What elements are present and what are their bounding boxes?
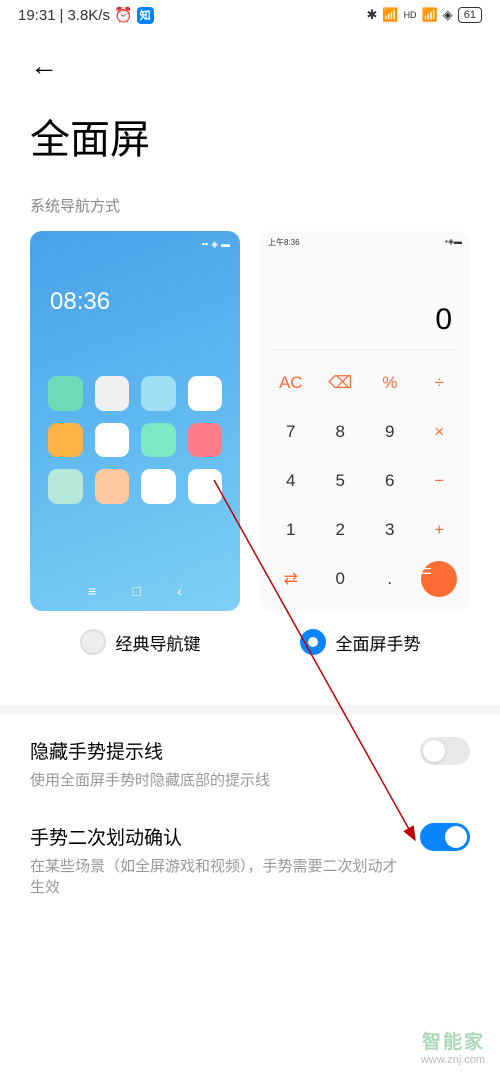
calc-button: 3 bbox=[365, 505, 415, 554]
calc-button: 8 bbox=[316, 407, 366, 456]
app-icon bbox=[188, 469, 223, 504]
calc-button: ⌫ bbox=[316, 358, 366, 407]
toggle-double-swipe[interactable] bbox=[420, 823, 470, 851]
setting-double-swipe-text: 手势二次划动确认 在某些场景（如全屏游戏和视频），手势需要二次划动才生效 bbox=[30, 823, 408, 898]
wifi-icon: ◈ bbox=[443, 7, 453, 23]
radio-classic-nav[interactable]: 经典导航键 bbox=[30, 629, 250, 655]
app-icon bbox=[95, 469, 130, 504]
calc-button: 1 bbox=[266, 505, 316, 554]
section-label: 系统导航方式 bbox=[0, 175, 500, 231]
preview-classic-nav[interactable]: ▪▪ ◈ ▬ 08:36 ≡ □ ‹ bbox=[30, 231, 240, 611]
app-icon bbox=[48, 376, 83, 411]
app-icon bbox=[95, 376, 130, 411]
nav-menu-icon: ≡ bbox=[88, 583, 96, 599]
watermark: 智能家 www.znj.com bbox=[421, 1027, 485, 1066]
calc-button: ÷ bbox=[415, 358, 465, 407]
battery-mini-icon: ▬ bbox=[221, 239, 230, 250]
preview-gesture-nav[interactable]: 上午8:36 ▪◈▬ 0 AC⌫%÷789×456−123+⇄0.= bbox=[260, 231, 470, 611]
app-icon bbox=[141, 376, 176, 411]
zhi-app-icon: 知 bbox=[137, 7, 154, 24]
back-button[interactable]: ← bbox=[30, 50, 58, 81]
calc-button: 9 bbox=[365, 407, 415, 456]
status-time: 19:31 bbox=[18, 7, 56, 24]
calc-status-time: 上午8:36 bbox=[268, 237, 300, 248]
radio-unselected-icon bbox=[80, 629, 106, 655]
section-divider bbox=[0, 705, 500, 715]
status-right: ✱ 📶 HD 📶 ◈ 61 bbox=[366, 7, 482, 23]
preview-app-grid bbox=[30, 316, 240, 504]
watermark-cn: 智能家 bbox=[421, 1027, 485, 1054]
preview-classic-time: 08:36 bbox=[30, 258, 240, 316]
setting-double-swipe: 手势二次划动确认 在某些场景（如全屏游戏和视频），手势需要二次划动才生效 bbox=[0, 801, 500, 908]
calc-button: + bbox=[415, 505, 465, 554]
status-speed: 3.8K/s bbox=[67, 7, 110, 24]
nav-home-icon: □ bbox=[133, 583, 141, 599]
setting-hide-line-text: 隐藏手势提示线 使用全面屏手势时隐藏底部的提示线 bbox=[30, 737, 408, 791]
calc-button: − bbox=[415, 456, 465, 505]
app-icon bbox=[48, 423, 83, 458]
radio-gesture-nav[interactable]: 全面屏手势 bbox=[250, 629, 470, 655]
hd-icon: HD bbox=[404, 10, 417, 20]
calc-button: % bbox=[365, 358, 415, 407]
calc-button: × bbox=[415, 407, 465, 456]
calc-status-icons: ▪◈▬ bbox=[445, 237, 462, 248]
page-title: 全面屏 bbox=[0, 87, 500, 175]
status-bar: 19:31 | 3.8K/s ⏰ 知 ✱ 📶 HD 📶 ◈ 61 bbox=[0, 0, 500, 30]
app-icon bbox=[188, 376, 223, 411]
signal-mini-icon: ▪▪ bbox=[202, 239, 208, 250]
watermark-url: www.znj.com bbox=[421, 1054, 485, 1066]
status-divider: | bbox=[60, 7, 64, 24]
app-icon bbox=[141, 469, 176, 504]
nav-option-row: 经典导航键 全面屏手势 bbox=[0, 611, 500, 680]
calc-button: AC bbox=[266, 358, 316, 407]
radio-selected-icon bbox=[300, 629, 326, 655]
calc-button: = bbox=[415, 554, 465, 603]
calc-button: 4 bbox=[266, 456, 316, 505]
calc-equals-button: = bbox=[421, 561, 457, 597]
setting-hide-line: 隐藏手势提示线 使用全面屏手势时隐藏底部的提示线 bbox=[0, 715, 500, 801]
signal-icon: 📶 bbox=[382, 7, 398, 23]
app-icon bbox=[48, 469, 83, 504]
setting-hide-line-title: 隐藏手势提示线 bbox=[30, 737, 408, 764]
app-icon bbox=[188, 423, 223, 458]
toggle-hide-line[interactable] bbox=[420, 737, 470, 765]
calc-button: 7 bbox=[266, 407, 316, 456]
battery-indicator: 61 bbox=[458, 7, 482, 23]
preview-classic-status: ▪▪ ◈ ▬ bbox=[30, 231, 240, 258]
nav-back-icon: ‹ bbox=[177, 583, 182, 599]
preview-calc-status: 上午8:36 ▪◈▬ bbox=[260, 231, 470, 254]
calc-display: 0 bbox=[260, 254, 470, 349]
alarm-icon: ⏰ bbox=[114, 6, 133, 24]
preview-row: ▪▪ ◈ ▬ 08:36 ≡ □ ‹ 上午8:36 ▪◈▬ 0 AC⌫%÷ 789… bbox=[0, 231, 500, 611]
calc-button: . bbox=[365, 554, 415, 603]
calc-grid: AC⌫%÷ 789× 456− 123+ ⇄0.= bbox=[260, 350, 470, 611]
setting-double-swipe-desc: 在某些场景（如全屏游戏和视频），手势需要二次划动才生效 bbox=[30, 856, 408, 898]
radio-gesture-label: 全面屏手势 bbox=[336, 630, 421, 655]
calc-button: 2 bbox=[316, 505, 366, 554]
signal-icon-2: 📶 bbox=[422, 7, 438, 23]
calc-button: 6 bbox=[365, 456, 415, 505]
wifi-mini-icon: ◈ bbox=[211, 239, 218, 250]
status-left: 19:31 | 3.8K/s ⏰ 知 bbox=[18, 6, 154, 24]
app-icon bbox=[141, 423, 176, 458]
bluetooth-icon: ✱ bbox=[366, 7, 377, 23]
back-row: ← bbox=[0, 30, 500, 87]
setting-double-swipe-title: 手势二次划动确认 bbox=[30, 823, 408, 850]
app-icon bbox=[95, 423, 130, 458]
calc-button: 0 bbox=[316, 554, 366, 603]
radio-classic-label: 经典导航键 bbox=[116, 630, 201, 655]
setting-hide-line-desc: 使用全面屏手势时隐藏底部的提示线 bbox=[30, 770, 408, 791]
calc-button: 5 bbox=[316, 456, 366, 505]
calc-button: ⇄ bbox=[266, 554, 316, 603]
preview-nav-bar: ≡ □ ‹ bbox=[30, 583, 240, 599]
